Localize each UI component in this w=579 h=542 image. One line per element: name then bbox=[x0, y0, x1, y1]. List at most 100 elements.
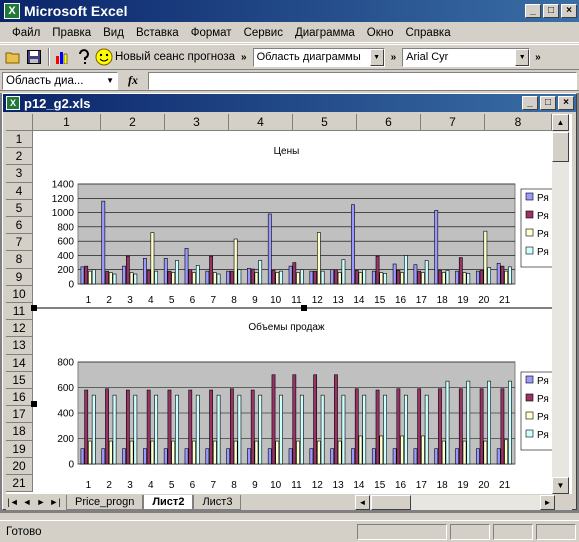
legend[interactable]: Ря Ря Ря Ря bbox=[520, 188, 552, 268]
toolbar-overflow-chevron-icon-2[interactable]: » bbox=[391, 52, 397, 63]
menu-item[interactable]: Диаграмма bbox=[289, 27, 361, 39]
function-icon[interactable]: fx bbox=[118, 73, 148, 88]
horizontal-scrollbar[interactable]: ◄ ► bbox=[355, 494, 555, 510]
close-button[interactable]: × bbox=[561, 4, 577, 18]
sheet-tab[interactable]: Price_progn bbox=[66, 494, 144, 510]
formula-input[interactable] bbox=[148, 71, 577, 90]
chart-object-select[interactable]: Область диаграммы ▼ bbox=[252, 47, 385, 67]
bar bbox=[146, 389, 151, 465]
open-folder-icon[interactable] bbox=[3, 47, 23, 67]
bar bbox=[330, 269, 335, 285]
name-box[interactable]: Область диа... ▼ bbox=[2, 71, 118, 90]
bar bbox=[354, 388, 359, 465]
excel-icon[interactable]: X bbox=[4, 3, 20, 19]
vertical-scrollbar[interactable]: ▲ ▼ bbox=[552, 114, 569, 494]
selection-handle[interactable] bbox=[31, 305, 37, 311]
menu-item[interactable]: Сервис bbox=[238, 27, 289, 39]
menu-item[interactable]: Справка bbox=[400, 27, 457, 39]
chart-wizard-icon[interactable] bbox=[53, 47, 73, 67]
bar bbox=[458, 257, 463, 285]
minimize-button[interactable]: _ bbox=[525, 4, 541, 18]
bar bbox=[233, 238, 238, 285]
bar bbox=[417, 388, 422, 465]
bar bbox=[441, 272, 446, 285]
x-tick-label: 15 bbox=[374, 480, 386, 491]
bar bbox=[462, 440, 467, 465]
bar bbox=[358, 435, 363, 465]
x-tick-label: 2 bbox=[106, 480, 112, 491]
x-tick-label: 10 bbox=[270, 295, 282, 306]
workbook-close-button[interactable]: × bbox=[558, 96, 574, 110]
scroll-up-icon[interactable]: ▲ bbox=[552, 114, 569, 131]
bar bbox=[237, 269, 242, 285]
x-tick-label: 5 bbox=[169, 480, 175, 491]
bar bbox=[125, 255, 130, 285]
menu-item[interactable]: Правка bbox=[46, 27, 97, 39]
bar bbox=[434, 210, 439, 285]
sheet-tab[interactable]: Лист3 bbox=[193, 494, 242, 510]
workbook-maximize-button[interactable]: □ bbox=[540, 96, 556, 110]
bar bbox=[317, 232, 321, 285]
maximize-button[interactable]: □ bbox=[543, 4, 559, 18]
workbook-minimize-button[interactable]: _ bbox=[522, 96, 538, 110]
bar bbox=[258, 394, 263, 465]
bar bbox=[455, 270, 459, 285]
scroll-thumb[interactable] bbox=[552, 132, 569, 162]
y-tick-label: 400 bbox=[57, 409, 74, 420]
menu-item[interactable]: Файл bbox=[6, 27, 46, 39]
bar bbox=[392, 448, 397, 465]
sheet-tab[interactable]: Лист2 bbox=[143, 494, 194, 510]
prev-sheet-icon[interactable]: ◄ bbox=[20, 497, 34, 507]
font-select[interactable]: Arial Cyr ▼ bbox=[402, 47, 531, 67]
bar bbox=[483, 440, 488, 465]
help-icon[interactable] bbox=[74, 47, 94, 67]
x-tick-label: 20 bbox=[478, 295, 490, 306]
scroll-down-icon[interactable]: ▼ bbox=[552, 477, 569, 494]
menu-item[interactable]: Вставка bbox=[130, 27, 185, 39]
menu-item[interactable]: Окно bbox=[361, 27, 400, 39]
bar bbox=[205, 270, 210, 285]
next-sheet-icon[interactable]: ► bbox=[34, 497, 48, 507]
bar bbox=[143, 257, 147, 285]
bar bbox=[341, 394, 346, 465]
bar bbox=[279, 270, 283, 285]
hscroll-thumb[interactable] bbox=[371, 494, 411, 510]
scroll-right-icon[interactable]: ► bbox=[540, 494, 555, 510]
legend-label: Ря bbox=[537, 376, 549, 387]
toolbar-overflow-chevron-icon[interactable]: » bbox=[241, 52, 247, 63]
bar bbox=[101, 448, 106, 465]
scroll-left-icon[interactable]: ◄ bbox=[355, 494, 370, 510]
legend-label: Ря bbox=[537, 229, 549, 240]
worksheet[interactable]: 12345678 1 2 3 4 5 6 7 8 9 10 11 12 13 14 15 16 17 18 19 20… bbox=[6, 114, 572, 494]
x-tick-label: 16 bbox=[395, 295, 407, 306]
menu-item[interactable]: Формат bbox=[185, 27, 238, 39]
legend-swatch bbox=[525, 210, 534, 219]
x-tick-label: 6 bbox=[190, 480, 196, 491]
new-forecast-session-button[interactable]: Новый сеанс прогноза bbox=[95, 48, 235, 66]
chevron-down-icon[interactable]: ▼ bbox=[369, 48, 384, 66]
save-icon[interactable] bbox=[24, 47, 44, 67]
x-tick-label: 9 bbox=[252, 295, 258, 306]
bar bbox=[247, 267, 251, 285]
bar bbox=[475, 270, 480, 285]
selection-handle[interactable] bbox=[301, 305, 307, 311]
last-sheet-icon[interactable]: ►| bbox=[48, 497, 62, 507]
bar bbox=[129, 440, 134, 465]
y-tick-label: 600 bbox=[57, 383, 74, 394]
bar bbox=[216, 394, 221, 465]
bar bbox=[143, 448, 147, 465]
chevron-down-icon[interactable]: ▼ bbox=[515, 48, 530, 66]
x-tick-label: 17 bbox=[416, 295, 428, 306]
toolbar-overflow-chevron-icon-3[interactable]: » bbox=[535, 52, 541, 63]
workbook-icon[interactable]: X bbox=[6, 96, 20, 110]
selection-handle[interactable] bbox=[31, 401, 37, 407]
legend-label: Ря bbox=[537, 211, 549, 222]
legend[interactable]: Ря Ря Ря Ря bbox=[520, 371, 552, 451]
first-sheet-icon[interactable]: |◄ bbox=[6, 497, 20, 507]
bar bbox=[413, 448, 418, 465]
bar bbox=[237, 394, 242, 465]
x-tick-label: 13 bbox=[333, 295, 345, 306]
menu-item[interactable]: Вид bbox=[97, 27, 130, 39]
x-tick-label: 8 bbox=[231, 480, 237, 491]
chevron-down-icon[interactable]: ▼ bbox=[106, 76, 114, 85]
